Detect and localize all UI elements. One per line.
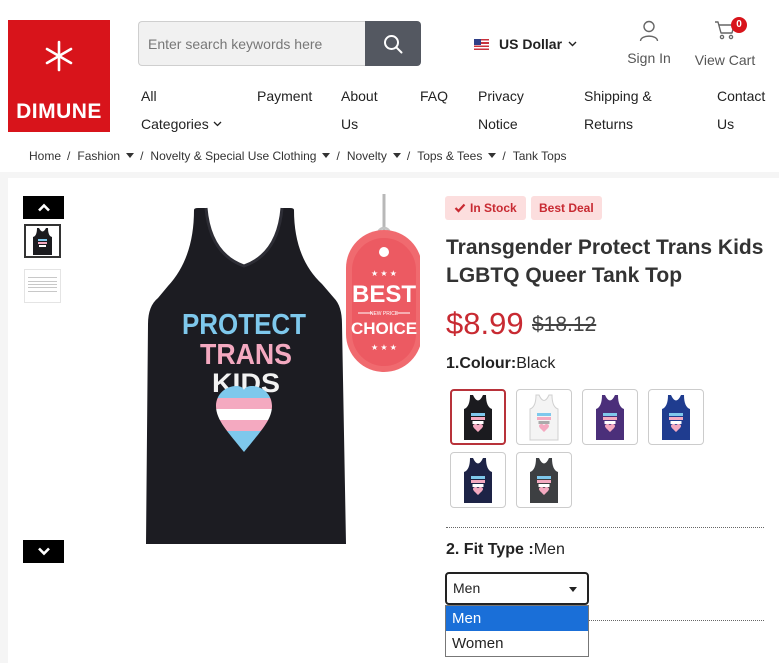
svg-text:★ ★ ★: ★ ★ ★ xyxy=(371,269,397,278)
thumbnail-size-chart[interactable] xyxy=(24,269,61,303)
tank-top-thumbnail xyxy=(33,228,52,255)
caret-down-icon[interactable] xyxy=(322,153,331,158)
tag-choice: CHOICE xyxy=(351,319,417,338)
currency-label: US Dollar xyxy=(499,36,563,52)
colour-label: 1.Colour: xyxy=(446,355,517,372)
nav-label: All xyxy=(141,88,157,104)
fit-type-selected: Men xyxy=(453,580,481,596)
nav-all-categories[interactable]: All Categories xyxy=(141,82,222,138)
fit-type-label: 2. Fit Type :Men xyxy=(446,541,565,559)
nav-label: Categories xyxy=(141,116,209,132)
colour-swatch[interactable] xyxy=(516,389,572,445)
product-main-image: PROTECT TRANS KIDS ★ ★ ★ BEST NEW PRICE … xyxy=(146,194,420,544)
colour-swatch[interactable] xyxy=(648,389,704,445)
nav-privacy-notice[interactable]: Privacy Notice xyxy=(478,82,524,138)
in-stock-badge: In Stock xyxy=(445,196,526,220)
breadcrumb: Home / Fashion / Novelty & Special Use Clo… xyxy=(29,149,567,163)
nav-label: About xyxy=(341,88,378,104)
search-input[interactable] xyxy=(138,21,366,66)
fit-value: Men xyxy=(533,541,565,558)
cart-count-badge: 0 xyxy=(731,17,747,33)
caret-down-icon[interactable] xyxy=(392,153,401,158)
nav-label: Payment xyxy=(257,88,313,104)
us-flag-icon xyxy=(474,38,489,50)
sign-in-label: Sign In xyxy=(627,50,671,66)
tank-top-swatch-icon xyxy=(530,458,558,503)
caret-down-icon[interactable] xyxy=(126,153,135,158)
tag-best: BEST xyxy=(352,281,416,308)
fit-type-dropdown: Men Women xyxy=(445,605,589,657)
nav-label: Us xyxy=(717,116,735,132)
fit-option-women[interactable]: Women xyxy=(446,631,588,656)
fit-type-select[interactable]: Men xyxy=(445,572,589,605)
svg-text:★ ★ ★: ★ ★ ★ xyxy=(371,343,397,352)
caret-down-icon[interactable] xyxy=(488,153,497,158)
thumbnail-up-button[interactable] xyxy=(23,196,64,219)
nav-contact-us[interactable]: Contact Us xyxy=(717,82,765,138)
brand-name: DIMUNE xyxy=(16,100,102,123)
nav-label: Shipping & xyxy=(584,88,652,104)
colour-swatch[interactable] xyxy=(450,452,506,508)
chevron-down-icon xyxy=(213,121,222,127)
colour-value: Black xyxy=(516,355,556,372)
size-chart-thumbnail xyxy=(28,277,57,292)
in-stock-label: In Stock xyxy=(470,201,517,215)
product-price: $8.99 xyxy=(446,306,524,341)
nav-payment[interactable]: Payment xyxy=(257,82,312,110)
fit-label: 2. Fit Type : xyxy=(446,541,534,558)
best-deal-badge: Best Deal xyxy=(531,196,602,220)
check-icon xyxy=(454,203,466,213)
product-title: Transgender Protect Trans Kids LGBTQ Que… xyxy=(446,236,764,287)
thumbnail-down-button[interactable] xyxy=(23,540,64,563)
breadcrumb-item[interactable]: Tops & Tees xyxy=(417,149,482,163)
chevron-down-icon xyxy=(568,41,577,47)
brand-logo[interactable]: DIMUNE xyxy=(8,20,110,132)
view-cart-link[interactable]: 0 View Cart xyxy=(692,16,758,68)
nav-label: Us xyxy=(341,116,359,132)
nav-about-us[interactable]: About Us xyxy=(341,82,378,138)
tank-top-swatch-icon xyxy=(464,458,492,503)
view-cart-label: View Cart xyxy=(694,52,756,68)
logo-star-icon xyxy=(45,40,73,72)
search-icon xyxy=(384,34,403,53)
colour-option-label: 1.Colour:Black xyxy=(446,355,555,373)
thumbnail-image[interactable] xyxy=(24,224,61,258)
divider xyxy=(446,527,764,528)
currency-selector[interactable]: US Dollar xyxy=(474,36,577,52)
sign-in-link[interactable]: Sign In xyxy=(624,20,674,66)
tank-top-swatch-icon xyxy=(529,394,559,441)
chevron-up-icon xyxy=(37,203,50,212)
nav-label: Returns xyxy=(584,116,634,132)
nav-label: FAQ xyxy=(420,88,449,104)
nav-shipping-returns[interactable]: Shipping & Returns xyxy=(584,82,652,138)
tank-top-swatch-icon xyxy=(662,395,690,440)
colour-swatch[interactable] xyxy=(450,389,506,445)
breadcrumb-item[interactable]: Fashion xyxy=(77,149,120,163)
user-icon xyxy=(639,20,659,42)
colour-swatch[interactable] xyxy=(516,452,572,508)
chevron-down-icon xyxy=(37,547,50,556)
breadcrumb-item[interactable]: Novelty xyxy=(347,149,387,163)
nav-label: Notice xyxy=(478,116,518,132)
fit-option-men[interactable]: Men xyxy=(446,606,588,631)
nav-faq[interactable]: FAQ xyxy=(420,82,448,110)
tank-top-swatch-icon xyxy=(596,395,624,440)
nav-label: Privacy xyxy=(478,88,524,104)
caret-down-icon xyxy=(569,587,577,592)
breadcrumb-item[interactable]: Tank Tops xyxy=(513,149,567,163)
breadcrumb-item[interactable]: Home xyxy=(29,149,61,163)
colour-swatch[interactable] xyxy=(582,389,638,445)
tag-sub: NEW PRICE xyxy=(370,311,399,317)
original-price: $18.12 xyxy=(532,313,597,336)
tank-top-swatch-icon xyxy=(464,395,492,440)
print-line-1: PROTECT xyxy=(182,309,306,341)
search-button[interactable] xyxy=(365,21,421,66)
print-line-2: TRANS xyxy=(200,339,292,371)
nav-label: Contact xyxy=(717,88,766,104)
breadcrumb-item[interactable]: Novelty & Special Use Clothing xyxy=(150,149,316,163)
